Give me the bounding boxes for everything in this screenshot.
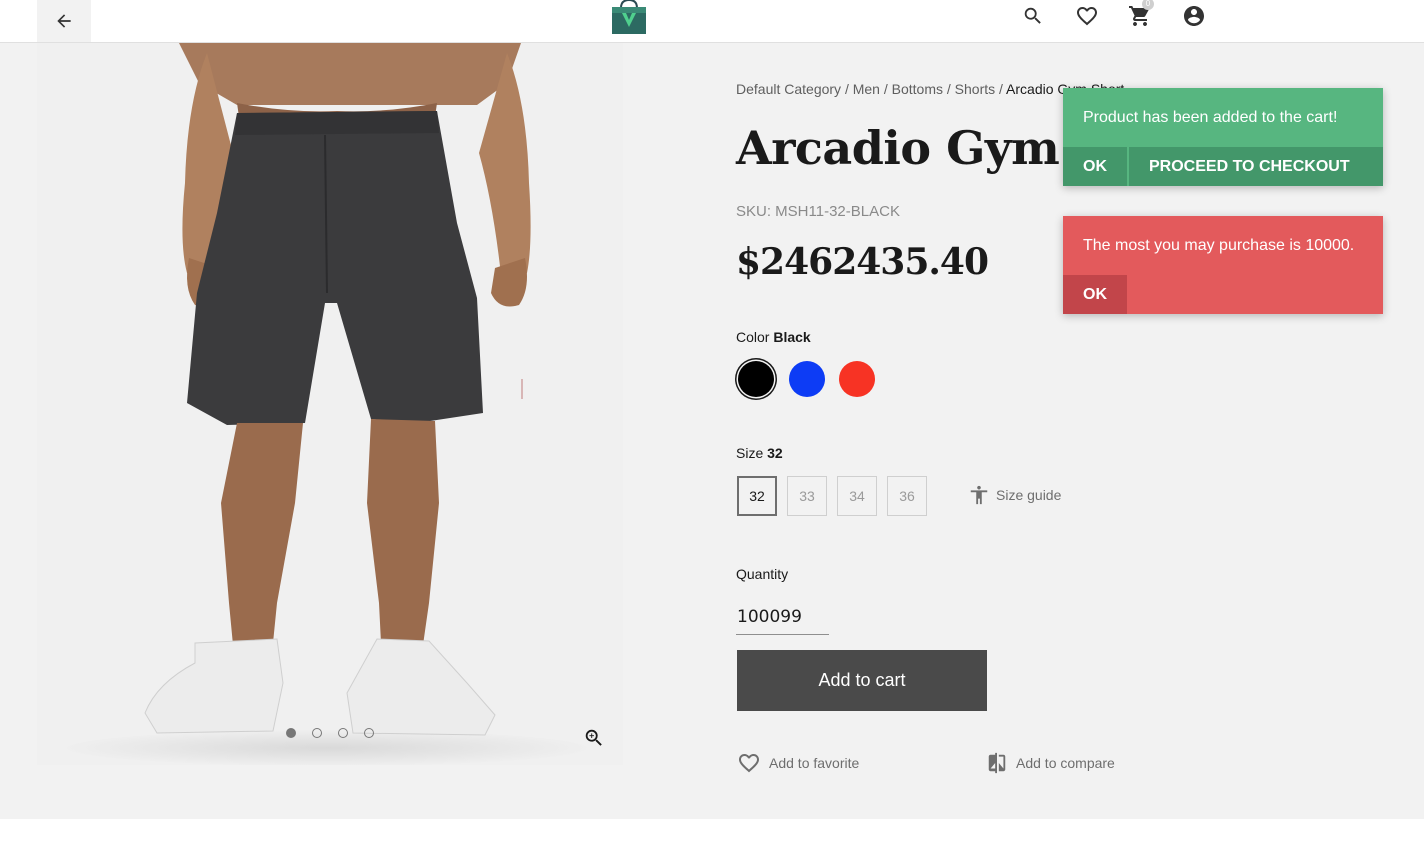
account-icon[interactable] <box>1180 2 1208 30</box>
breadcrumb-link[interactable]: Men <box>853 81 880 97</box>
add-to-cart-button[interactable]: Add to cart <box>737 650 987 711</box>
page-footer-area <box>0 819 1424 851</box>
product-price: $2462435.40 <box>736 241 989 283</box>
cart-icon[interactable]: 0 <box>1126 0 1154 30</box>
proceed-to-checkout-button[interactable]: PROCEED TO CHECKOUT <box>1129 147 1370 186</box>
back-button[interactable] <box>37 0 91 42</box>
breadcrumb-separator: / <box>943 81 955 97</box>
breadcrumb-separator: / <box>879 81 892 97</box>
gallery-dot[interactable] <box>286 728 296 738</box>
add-to-compare-label: Add to compare <box>1016 755 1115 771</box>
quantity-input[interactable] <box>736 599 829 635</box>
arrow-left-icon <box>57 14 71 28</box>
add-to-compare-button[interactable]: Add to compare <box>986 751 1115 775</box>
breadcrumb-separator: / <box>841 81 853 97</box>
gallery-dot[interactable] <box>338 728 348 738</box>
size-guide-label: Size guide <box>996 487 1062 503</box>
notification-success-message: Product has been added to the cart! <box>1083 108 1338 126</box>
notification-error: The most you may purchase is 10000. OK <box>1063 216 1383 314</box>
notification-error-message: The most you may purchase is 10000. <box>1083 236 1355 254</box>
gallery-dot[interactable] <box>312 728 322 738</box>
notification-success-actions: OK PROCEED TO CHECKOUT <box>1063 147 1383 186</box>
shopping-bag-logo[interactable] <box>611 0 647 34</box>
size-selected-value: 32 <box>767 445 783 461</box>
product-image <box>37 43 623 765</box>
gallery-dot[interactable] <box>364 728 374 738</box>
add-to-favorite-label: Add to favorite <box>769 755 860 771</box>
notification-success: Product has been added to the cart! OK P… <box>1063 88 1383 186</box>
size-option-34[interactable]: 34 <box>837 476 877 516</box>
color-label: Color Black <box>736 329 811 345</box>
size-option-32[interactable]: 32 <box>737 476 777 516</box>
size-option-33[interactable]: 33 <box>787 476 827 516</box>
size-label: Size 32 <box>736 445 783 461</box>
color-label-text: Color <box>736 329 770 345</box>
zoom-in-icon[interactable] <box>583 727 605 749</box>
notification-error-ok-button[interactable]: OK <box>1063 275 1127 314</box>
size-guide-link[interactable]: Size guide <box>968 484 1061 506</box>
heart-icon[interactable] <box>1073 2 1101 30</box>
add-to-favorite-button[interactable]: Add to favorite <box>737 751 859 775</box>
notification-error-actions: OK <box>1063 275 1383 314</box>
size-label-text: Size <box>736 445 764 461</box>
breadcrumb-separator: / <box>995 81 1007 97</box>
breadcrumb-link[interactable]: Bottoms <box>892 81 943 97</box>
size-option-36[interactable]: 36 <box>887 476 927 516</box>
scroll-marker <box>521 379 523 399</box>
compare-icon <box>988 752 1006 774</box>
breadcrumb-link[interactable]: Default Category <box>736 81 841 97</box>
accessibility-icon <box>970 485 988 505</box>
breadcrumb-link[interactable]: Shorts <box>955 81 995 97</box>
product-gallery[interactable] <box>37 43 623 765</box>
gallery-dots <box>286 728 374 738</box>
color-swatch-blue[interactable] <box>789 361 825 397</box>
quantity-label: Quantity <box>736 566 789 582</box>
color-swatch-black[interactable] <box>738 361 774 397</box>
search-icon[interactable] <box>1019 2 1047 30</box>
color-swatch-red[interactable] <box>839 361 875 397</box>
notification-ok-button[interactable]: OK <box>1063 147 1129 186</box>
color-selected-value: Black <box>773 329 811 345</box>
header: 0 <box>0 0 1424 43</box>
cart-count-badge: 0 <box>1142 0 1154 10</box>
product-sku: SKU: MSH11-32-BLACK <box>736 203 900 220</box>
heart-icon <box>739 754 759 773</box>
